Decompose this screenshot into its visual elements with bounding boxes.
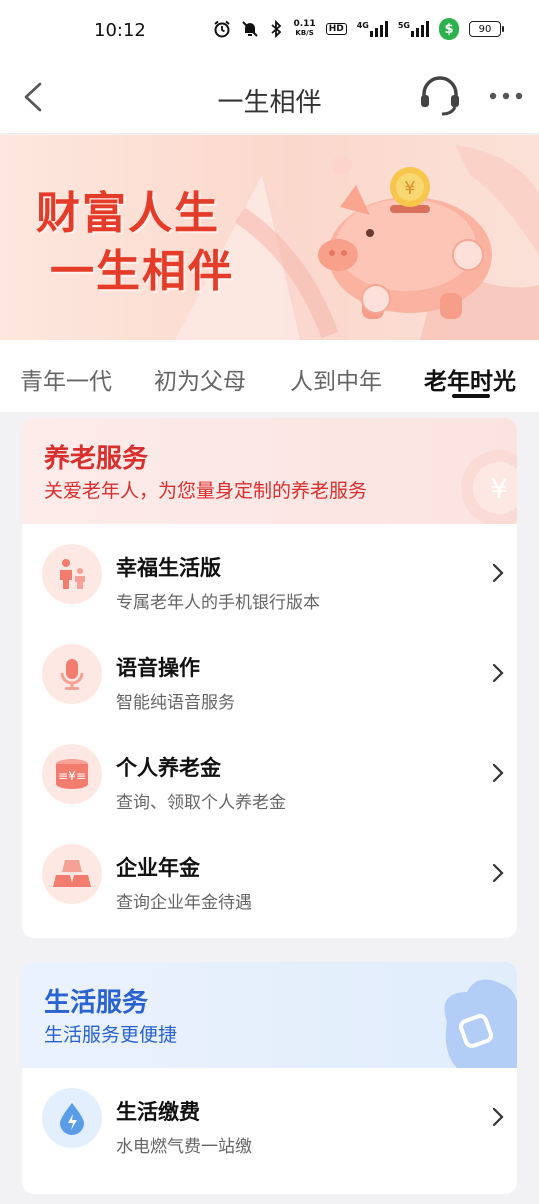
battery-icon: 90 <box>469 21 504 37</box>
shield-icon: $ <box>439 18 459 40</box>
list-item-happy-life[interactable]: 幸福生活版 专属老年人的手机银行版本 <box>22 524 517 624</box>
banner[interactable]: ¥ 财富人生 一生相伴 <box>0 135 539 340</box>
tab-new-parents[interactable]: 初为父母 <box>154 362 246 396</box>
pension-services-card: ¥ 养老服务 关爱老年人，为您量身定制的养老服务 幸福生活版 专属老年人的手机银… <box>22 418 517 938</box>
yuan-coin-icon: ¥ <box>461 450 517 524</box>
list-item-utility-payment[interactable]: 生活缴费 水电燃气费一站缴 <box>22 1068 517 1168</box>
item-subtitle: 查询企业年金待遇 <box>116 893 252 913</box>
svg-text:¥: ¥ <box>404 178 415 199</box>
pension-services-title: 养老服务 <box>44 444 149 474</box>
item-subtitle: 智能纯语音服务 <box>116 693 235 713</box>
signal-5g: 5G <box>398 21 429 37</box>
customer-service-icon[interactable] <box>418 76 462 116</box>
item-title: 语音操作 <box>116 656 200 680</box>
banner-headline-2: 一生相伴 <box>50 246 234 297</box>
signal-icon <box>411 21 429 37</box>
bluetooth-icon <box>271 20 282 38</box>
nav-bar: 一生相伴 <box>0 60 539 134</box>
life-services-decor-icon <box>444 979 517 1068</box>
hd-badge: HD <box>325 23 347 35</box>
tab-senior[interactable]: 老年时光 <box>424 362 516 396</box>
item-subtitle: 查询、领取个人养老金 <box>116 793 286 813</box>
list-item-voice-operation[interactable]: 语音操作 智能纯语音服务 <box>22 624 517 724</box>
family-icon <box>42 544 102 604</box>
more-icon[interactable] <box>486 90 526 102</box>
status-bar: 10:12 0.11 KB/S HD 4G 5G $ 90 <box>0 0 539 60</box>
pension-services-subtitle: 关爱老年人，为您量身定制的养老服务 <box>44 480 368 502</box>
net-speed-unit: KB/S <box>295 29 314 37</box>
svg-text:≡¥≡: ≡¥≡ <box>58 769 86 783</box>
signal-icon <box>369 21 388 37</box>
signal-4g: 4G <box>357 21 388 37</box>
svg-text:¥: ¥ <box>490 472 508 505</box>
item-subtitle: 水电燃气费一站缴 <box>116 1137 252 1157</box>
status-time: 10:12 <box>94 20 146 41</box>
pension-services-header: ¥ 养老服务 关爱老年人，为您量身定制的养老服务 <box>22 418 517 524</box>
tab-active-indicator <box>452 394 490 398</box>
list-item-enterprise-annuity[interactable]: 企业年金 查询企业年金待遇 <box>22 824 517 924</box>
chevron-right-icon <box>492 763 504 783</box>
life-services-subtitle: 生活服务更便捷 <box>44 1024 178 1046</box>
life-services-card: 生活服务 生活服务更便捷 生活缴费 水电燃气费一站缴 <box>22 962 517 1194</box>
battery-level: 90 <box>478 23 492 35</box>
item-title: 生活缴费 <box>116 1100 200 1124</box>
chevron-right-icon <box>492 663 504 683</box>
item-subtitle: 专属老年人的手机银行版本 <box>116 593 320 613</box>
signal-5g-label: 5G <box>397 21 410 30</box>
tab-middle-age[interactable]: 人到中年 <box>290 362 382 396</box>
water-drop-icon <box>42 1088 102 1148</box>
life-stage-tabs: 青年一代 初为父母 人到中年 老年时光 <box>0 340 539 412</box>
chevron-right-icon <box>492 863 504 883</box>
gold-bars-icon <box>42 844 102 904</box>
microphone-icon <box>42 644 102 704</box>
item-title: 个人养老金 <box>116 756 221 780</box>
piggy-bank-icon: ¥ <box>318 155 492 319</box>
banner-headline-1: 财富人生 <box>36 188 220 239</box>
list-item-personal-pension[interactable]: ≡¥≡ 个人养老金 查询、领取个人养老金 <box>22 724 517 824</box>
alarm-icon <box>214 20 231 38</box>
chevron-right-icon <box>492 563 504 583</box>
signal-4g-label: 4G <box>356 21 369 30</box>
life-services-header: 生活服务 生活服务更便捷 <box>22 962 517 1068</box>
item-title: 企业年金 <box>116 856 200 880</box>
coin-stack-icon: ≡¥≡ <box>42 744 102 804</box>
item-title: 幸福生活版 <box>116 556 221 580</box>
life-services-title: 生活服务 <box>44 988 149 1018</box>
net-speed: 0.11 KB/S <box>293 20 315 38</box>
net-speed-value: 0.11 <box>293 19 316 29</box>
chevron-right-icon <box>492 1107 504 1127</box>
tab-youth[interactable]: 青年一代 <box>20 362 112 396</box>
mute-icon <box>242 21 259 37</box>
status-icons: 0.11 KB/S HD 4G 5G $ 90 <box>213 18 504 40</box>
